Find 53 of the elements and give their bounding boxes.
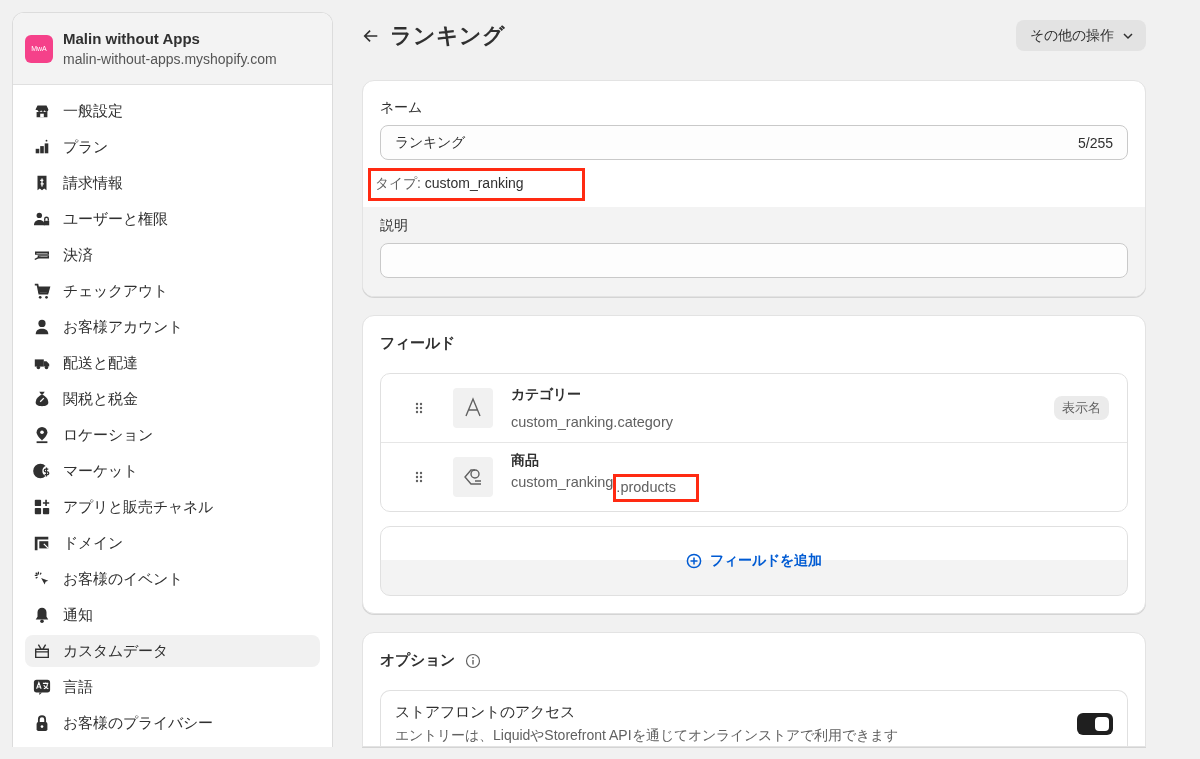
sidebar-item[interactable]: カスタムデータ xyxy=(25,635,320,667)
money-bag-icon xyxy=(33,390,51,408)
text-type-icon xyxy=(453,388,493,428)
info-icon[interactable] xyxy=(465,652,481,669)
fields-heading: フィールド xyxy=(380,334,456,353)
sidebar-item[interactable]: 関税と税金 xyxy=(25,383,320,415)
sidebar-item[interactable]: お客様のプライバシー xyxy=(25,707,320,739)
person-icon xyxy=(33,318,51,336)
sidebar-item[interactable]: チェックアウト xyxy=(25,275,320,307)
sidebar-item[interactable]: ロケーション xyxy=(25,419,320,451)
toggle-switch[interactable] xyxy=(1077,713,1113,735)
add-field-button[interactable]: フィールドを追加 xyxy=(680,551,828,571)
sidebar-item[interactable]: プラン xyxy=(25,131,320,163)
globe-dollar-icon xyxy=(33,462,51,480)
tag-icon xyxy=(453,457,493,497)
more-actions-button[interactable]: その他の操作 xyxy=(1016,20,1146,51)
description-label: 説明 xyxy=(380,217,409,235)
users-icon xyxy=(33,210,51,228)
sidebar-item[interactable]: ドメイン xyxy=(25,527,320,559)
sidebar-item[interactable]: マーケット xyxy=(25,455,320,487)
field-name: 商品 xyxy=(511,452,540,470)
description-field[interactable] xyxy=(380,243,1128,278)
translate-icon xyxy=(33,678,51,696)
plus-circle-icon xyxy=(686,553,702,569)
store-name: Malin without Apps xyxy=(63,30,201,47)
page-title: ランキング xyxy=(390,21,505,50)
field-key: custom_ranking .products xyxy=(511,474,1109,502)
steps-icon xyxy=(33,138,51,156)
options-heading: オプション xyxy=(380,651,455,670)
field-key: custom_ranking.category xyxy=(511,414,1054,430)
sidebar-item[interactable]: 通知 xyxy=(25,599,320,631)
display-name-tag: 表示名 xyxy=(1054,396,1109,420)
sidebar-item[interactable]: 一般設定 xyxy=(25,95,320,127)
name-label: ネーム xyxy=(380,99,423,117)
name-field[interactable]: ランキング 5/255 xyxy=(380,125,1128,160)
drag-handle-icon[interactable] xyxy=(415,402,423,414)
cart-icon xyxy=(33,282,51,300)
sidebar-item[interactable]: 配送と配達 xyxy=(25,347,320,379)
sidebar-item[interactable]: お客様のイベント xyxy=(25,563,320,595)
domain-icon xyxy=(33,534,51,552)
bell-icon xyxy=(33,606,51,624)
sidebar-item[interactable]: ユーザーと権限 xyxy=(25,203,320,235)
drag-handle-icon[interactable] xyxy=(415,471,423,483)
apps-icon xyxy=(33,498,51,516)
sidebar-item[interactable]: お客様アカウント xyxy=(25,311,320,343)
sidebar-item[interactable]: 請求情報 xyxy=(25,167,320,199)
sidebar-item[interactable]: 決済 xyxy=(25,239,320,271)
sidebar-item[interactable]: 言語 xyxy=(25,671,320,703)
sidebar-item[interactable]: アプリと販売チャネル xyxy=(25,491,320,523)
store-domain: malin-without-apps.myshopify.com xyxy=(63,51,277,67)
field-name: カテゴリー xyxy=(511,386,582,404)
option-description: エントリーは、LiquidやStorefront APIを通じてオンラインストアで利用できます xyxy=(395,727,898,745)
option-title: ストアフロントのアクセス xyxy=(395,703,576,722)
